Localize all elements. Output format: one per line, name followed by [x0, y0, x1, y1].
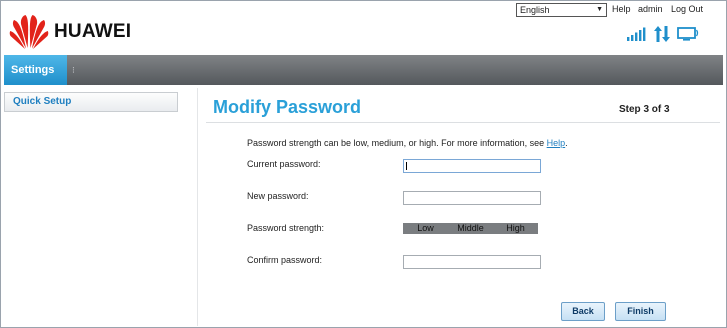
page-title: Modify Password — [213, 97, 362, 117]
password-strength-meter: Low Middle High — [403, 223, 538, 234]
password-strength-label: Password strength: — [247, 223, 325, 233]
confirm-password-input[interactable] — [403, 255, 541, 269]
help-link[interactable]: Help — [612, 4, 631, 14]
language-select[interactable]: English ▼ — [516, 3, 607, 17]
confirm-password-label: Confirm password: — [247, 255, 323, 265]
text-caret — [406, 162, 407, 170]
language-selected: English — [520, 5, 550, 15]
back-button[interactable]: Back — [561, 302, 605, 321]
info-text: Password strength can be low, medium, or… — [247, 138, 568, 148]
chevron-down-icon: ▼ — [596, 6, 603, 13]
sidebar-item-quick-setup[interactable]: Quick Setup — [4, 92, 178, 112]
huawei-petal-logo-icon — [9, 15, 49, 49]
strength-low: Low — [417, 223, 434, 233]
main-nav-bar: Settings ⁝ — [4, 55, 723, 85]
info-text-body: Password strength can be low, medium, or… — [247, 138, 547, 148]
tab-settings[interactable]: Settings — [4, 55, 67, 85]
current-password-input[interactable] — [403, 159, 541, 173]
status-icons — [626, 26, 699, 42]
step-indicator: Step 3 of 3 — [619, 104, 670, 115]
current-password-label: Current password: — [247, 159, 321, 169]
brand-logo: HUAWEI — [9, 14, 131, 50]
title-divider — [206, 122, 720, 123]
computer-connection-icon — [677, 27, 699, 41]
nav-separator: ⁝ — [72, 65, 75, 75]
new-password-input[interactable] — [403, 191, 541, 205]
finish-button[interactable]: Finish — [615, 302, 666, 321]
logout-link[interactable]: Log Out — [671, 4, 703, 14]
username: admin — [638, 4, 663, 14]
info-text-end: . — [565, 138, 568, 148]
sidebar-divider — [197, 88, 198, 326]
help-inline-link[interactable]: Help — [547, 138, 566, 148]
strength-high: High — [506, 223, 525, 233]
signal-strength-icon — [627, 27, 646, 41]
new-password-label: New password: — [247, 191, 309, 201]
strength-middle: Middle — [457, 223, 484, 233]
data-transfer-icon — [654, 26, 670, 42]
brand-name: HUAWEI — [54, 21, 132, 42]
